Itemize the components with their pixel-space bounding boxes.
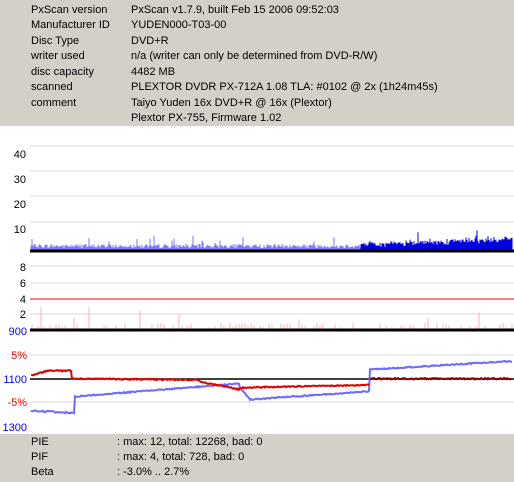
beta-jitter-panel: 900 5% 1100 -5% 1300	[3, 326, 514, 434]
beta-tick-label: 1100	[3, 374, 27, 386]
pif-tick-label: 2	[20, 309, 26, 321]
stat-label: PIE	[31, 436, 49, 448]
info-key: scanned	[31, 81, 73, 93]
pif-tick-label: 4	[20, 294, 26, 306]
info-key: Manufacturer ID	[31, 19, 110, 31]
stat-label: Beta	[31, 466, 54, 478]
beta-tick-label: 900	[9, 326, 27, 338]
info-value: PLEXTOR DVDR PX-712A 1.08 TLA: #0102 @ 2…	[131, 81, 438, 93]
info-key: Disc Type	[31, 35, 80, 47]
info-key: disc capacity	[31, 66, 94, 78]
pif-series	[31, 307, 513, 329]
pie-panel: 40 30 20 10	[14, 145, 514, 253]
pif-tick-label: 8	[20, 262, 26, 274]
pie-tick-label: 10	[14, 224, 26, 236]
scan-chart: 40 30 20 10 8 6 4 2 900 5% 1100 -5% 1300	[0, 126, 514, 434]
scan-chart-svg: 40 30 20 10 8 6 4 2 900 5% 1100 -5% 1300	[3, 145, 514, 434]
stat-value: : max: 12, total: 12268, bad: 0	[117, 436, 263, 448]
scan-stats-panel: PIE : max: 12, total: 12268, bad: 0 PIF …	[0, 434, 514, 482]
info-value: YUDEN000-T03-00	[131, 19, 227, 31]
info-value: 4482 MB	[131, 66, 176, 78]
beta-tick-label: 1300	[3, 422, 27, 434]
stat-value: : -3.0% .. 2.7%	[117, 466, 190, 478]
pie-tick-label: 40	[14, 149, 26, 161]
beta-series-dark	[369, 376, 513, 381]
beta-tick-label: -5%	[7, 397, 27, 409]
info-value: PxScan v1.7.9, built Feb 15 2006 09:52:0…	[131, 4, 339, 16]
beta-tick-label: 5%	[11, 350, 27, 362]
stat-label: PIF	[31, 451, 49, 463]
pie-tick-label: 20	[14, 199, 26, 211]
pif-panel: 8 6 4 2	[20, 262, 514, 332]
stat-value: : max: 4, total: 728, bad: 0	[117, 451, 245, 463]
info-value: Taiyo Yuden 16x DVD+R @ 16x (Plextor)	[131, 97, 332, 109]
info-key: comment	[31, 97, 77, 109]
pie-tick-label: 30	[14, 174, 26, 186]
info-value: Plextor PX-755, Firmware 1.02	[131, 112, 282, 124]
info-key: writer used	[31, 50, 85, 62]
info-key: PxScan version	[31, 4, 108, 16]
info-value: n/a (writer can only be determined from …	[131, 50, 378, 62]
info-value: DVD+R	[131, 35, 169, 47]
disc-info-panel: PxScan version PxScan v1.7.9, built Feb …	[0, 0, 514, 126]
pif-tick-label: 6	[20, 278, 26, 290]
pie-series	[30, 230, 513, 250]
